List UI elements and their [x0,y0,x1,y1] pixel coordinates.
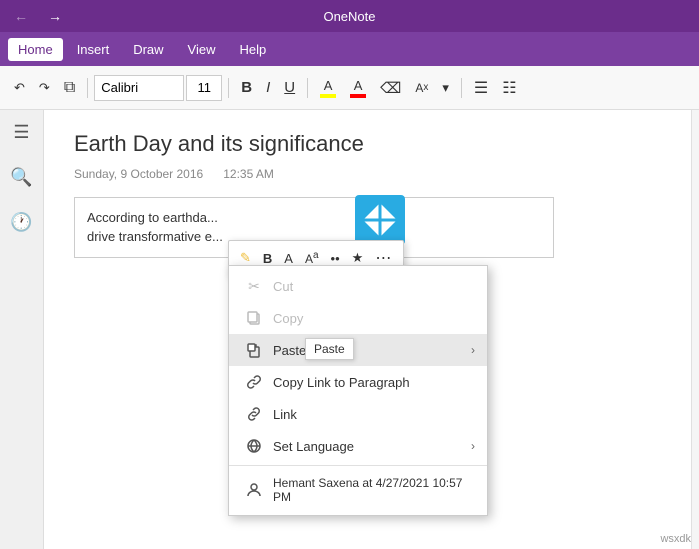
separator-1 [87,78,88,98]
separator-2 [228,78,229,98]
search-icon[interactable]: 🔍 [6,163,36,192]
menu-bar: Home Insert Draw View Help [0,32,699,66]
set-language-icon [245,437,263,455]
scrollbar[interactable] [691,110,699,549]
author-menu-item[interactable]: Hemant Saxena at 4/27/2021 10:57 PM [229,469,487,511]
highlight-button[interactable]: A [314,74,342,102]
underline-button[interactable]: U [278,75,301,100]
back-button[interactable]: ← [8,6,34,26]
set-language-arrow: › [471,439,475,453]
watermark: wsxdk [660,533,691,545]
body-line1: According to earthda... [87,208,541,228]
separator-3 [307,78,308,98]
font-color-bar [350,94,366,98]
link-menu-item[interactable]: Link [229,398,487,430]
highlight-bar [320,94,336,98]
menu-separator [229,465,487,466]
link-label: Link [273,407,297,422]
menu-home[interactable]: Home [8,38,63,61]
redo-button[interactable]: ↷ [33,76,56,100]
left-sidebar: ☰ 🔍 🕐 [0,110,44,549]
notebooks-icon[interactable]: ☰ [9,118,33,147]
context-menu: ✂ Cut Copy Paste › Copy Lin [228,265,488,516]
cut-icon: ✂ [245,277,263,295]
set-language-label: Set Language [273,439,354,454]
list-button[interactable]: ☰ [468,74,494,102]
separator-4 [461,78,462,98]
paste-tooltip: Paste [305,338,354,360]
toolbar: ↶ ↷ ⧉ B I U A A ⌫ Ax ▾ ☰ ☷ [0,66,699,110]
cut-label: Cut [273,279,293,294]
copy-icon [245,309,263,327]
font-size-input[interactable] [186,75,222,101]
forward-button[interactable]: → [42,6,68,26]
copy-menu-item[interactable]: Copy [229,302,487,334]
paste-menu-item[interactable]: Paste › [229,334,487,366]
menu-view[interactable]: View [178,38,226,61]
note-date: Sunday, 9 October 2016 12:35 AM [74,167,669,181]
date-text: Sunday, 9 October 2016 [74,167,203,181]
font-name-input[interactable] [94,75,184,101]
paste-icon [245,341,263,359]
author-icon [245,481,263,499]
paste-arrow: › [471,343,475,357]
set-language-menu-item[interactable]: Set Language › [229,430,487,462]
font-color-button[interactable]: A [344,74,372,102]
highlight-icon: A [320,78,336,98]
time-text: 12:35 AM [223,167,274,181]
indented-list-button[interactable]: ☷ [496,74,522,102]
author-label: Hemant Saxena at 4/27/2021 10:57 PM [273,476,471,504]
undo-button[interactable]: ↶ [8,76,31,100]
eraser-button[interactable]: ⌫ [374,75,407,101]
font-color-icon: A [350,78,366,98]
title-bar-left: ← → [8,6,68,26]
cut-menu-item[interactable]: ✂ Cut [229,270,487,302]
clipboard-button[interactable]: ⧉ [58,75,81,101]
menu-insert[interactable]: Insert [67,38,120,61]
floating-app-icon [355,195,405,245]
copy-link-icon [245,373,263,391]
subscript-button[interactable]: Ax [409,77,434,99]
paste-label: Paste [273,343,306,358]
copy-link-menu-item[interactable]: Copy Link to Paragraph [229,366,487,398]
app-title: OneNote [323,9,375,24]
note-title: Earth Day and its significance [74,130,669,159]
copy-label: Copy [273,311,303,326]
italic-button[interactable]: I [260,75,276,100]
link-icon [245,405,263,423]
menu-help[interactable]: Help [230,38,277,61]
bold-button[interactable]: B [235,75,258,100]
menu-draw[interactable]: Draw [123,38,173,61]
format-dropdown[interactable]: ▾ [436,76,455,100]
title-bar: ← → OneNote [0,0,699,32]
copy-link-label: Copy Link to Paragraph [273,375,410,390]
history-icon[interactable]: 🕐 [6,208,36,237]
